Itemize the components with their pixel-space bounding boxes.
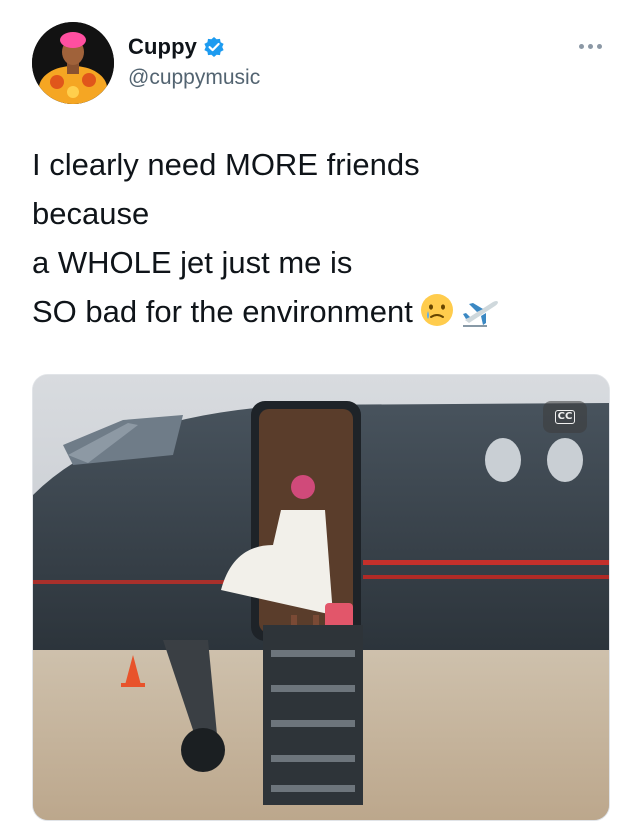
more-options-icon[interactable] [573,38,607,54]
tweet-text-line: SO bad for the environment [32,294,413,329]
tweet-text: I clearly need MORE friends because a WH… [32,140,612,342]
dot-icon [596,43,602,49]
crying-face-emoji-icon [419,292,455,342]
tweet-video[interactable]: CC [32,374,610,821]
dot-icon [578,43,584,49]
tweet-text-line-with-emojis: SO bad for the environment [32,287,612,342]
airplane-departure-emoji-icon [461,292,501,342]
dot-icon [587,43,593,49]
video-frame [33,375,609,820]
closed-captions-icon: CC [554,410,576,424]
tweet[interactable]: Cuppy @cuppymusic I clearly need MORE fr… [0,0,640,833]
avatar[interactable] [32,22,114,104]
display-name[interactable]: Cuppy [128,34,197,60]
avatar-image [32,22,114,104]
tweet-text-line: a WHOLE jet just me is [32,245,353,280]
verified-badge-icon [203,36,225,58]
author-name-row[interactable]: Cuppy [128,34,225,60]
closed-captions-button[interactable]: CC [543,401,587,433]
user-handle[interactable]: @cuppymusic [128,66,260,90]
tweet-text-line: I clearly need MORE friends [32,147,420,182]
tweet-text-line: because [32,196,150,231]
